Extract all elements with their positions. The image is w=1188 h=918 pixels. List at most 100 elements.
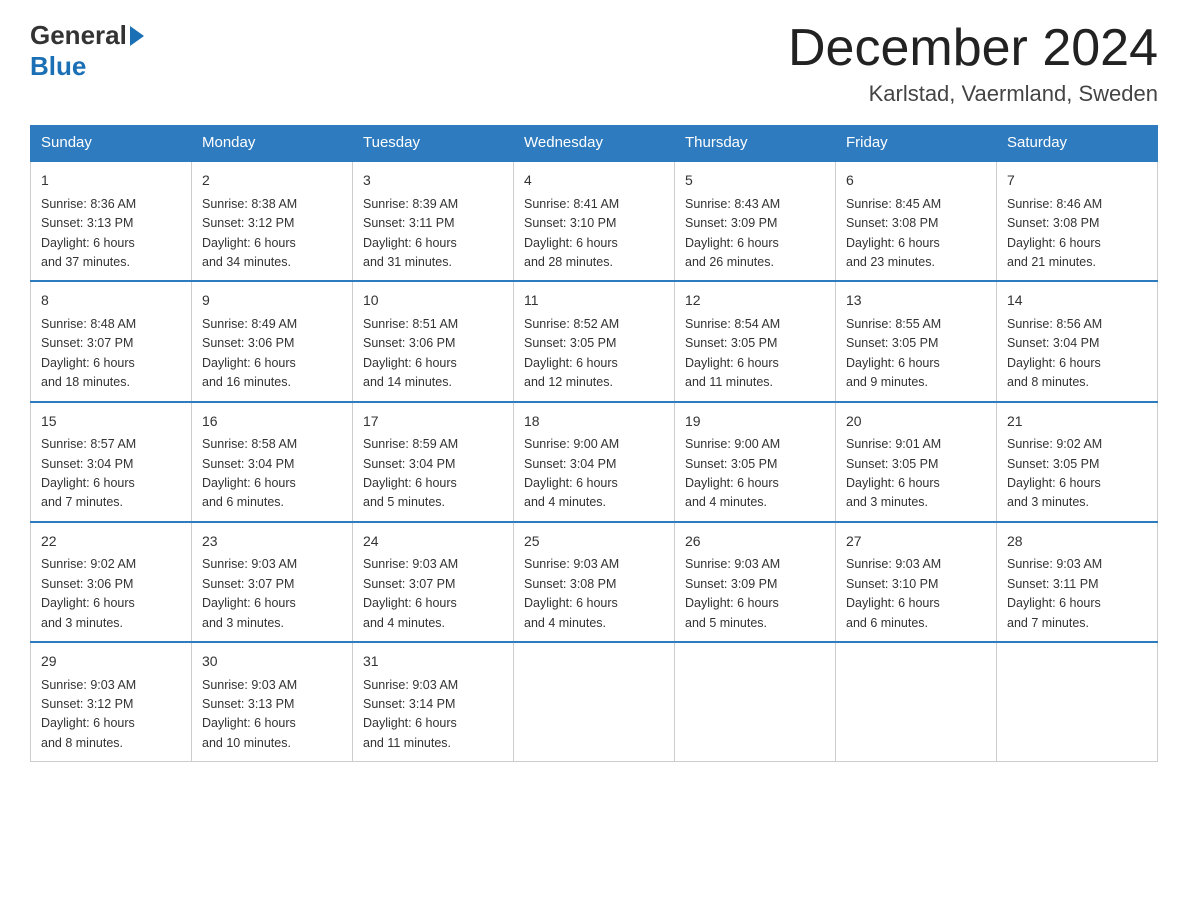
day-number: 13 bbox=[846, 290, 986, 312]
calendar-week-row: 1 Sunrise: 8:36 AMSunset: 3:13 PMDayligh… bbox=[31, 161, 1158, 282]
day-info: Sunrise: 8:46 AMSunset: 3:08 PMDaylight:… bbox=[1007, 197, 1102, 269]
day-number: 20 bbox=[846, 411, 986, 433]
day-info: Sunrise: 8:51 AMSunset: 3:06 PMDaylight:… bbox=[363, 317, 458, 389]
day-number: 25 bbox=[524, 531, 664, 553]
calendar-day-cell: 13 Sunrise: 8:55 AMSunset: 3:05 PMDaylig… bbox=[836, 281, 997, 401]
calendar-day-cell bbox=[997, 642, 1158, 762]
calendar-week-row: 8 Sunrise: 8:48 AMSunset: 3:07 PMDayligh… bbox=[31, 281, 1158, 401]
day-info: Sunrise: 8:41 AMSunset: 3:10 PMDaylight:… bbox=[524, 197, 619, 269]
day-info: Sunrise: 8:49 AMSunset: 3:06 PMDaylight:… bbox=[202, 317, 297, 389]
calendar-day-cell bbox=[836, 642, 997, 762]
day-info: Sunrise: 8:36 AMSunset: 3:13 PMDaylight:… bbox=[41, 197, 136, 269]
month-title: December 2024 bbox=[788, 20, 1158, 77]
calendar-day-cell: 6 Sunrise: 8:45 AMSunset: 3:08 PMDayligh… bbox=[836, 161, 997, 282]
calendar-day-cell: 12 Sunrise: 8:54 AMSunset: 3:05 PMDaylig… bbox=[675, 281, 836, 401]
calendar-week-row: 22 Sunrise: 9:02 AMSunset: 3:06 PMDaylig… bbox=[31, 522, 1158, 642]
calendar-day-cell: 7 Sunrise: 8:46 AMSunset: 3:08 PMDayligh… bbox=[997, 161, 1158, 282]
calendar-day-cell: 16 Sunrise: 8:58 AMSunset: 3:04 PMDaylig… bbox=[192, 402, 353, 522]
logo-general-text: General bbox=[30, 20, 127, 51]
calendar-day-cell bbox=[514, 642, 675, 762]
day-number: 7 bbox=[1007, 170, 1147, 192]
calendar-day-cell: 15 Sunrise: 8:57 AMSunset: 3:04 PMDaylig… bbox=[31, 402, 192, 522]
calendar-day-cell: 10 Sunrise: 8:51 AMSunset: 3:06 PMDaylig… bbox=[353, 281, 514, 401]
page-header: General Blue December 2024 Karlstad, Vae… bbox=[30, 20, 1158, 107]
calendar-day-cell: 4 Sunrise: 8:41 AMSunset: 3:10 PMDayligh… bbox=[514, 161, 675, 282]
day-number: 10 bbox=[363, 290, 503, 312]
calendar-day-cell: 1 Sunrise: 8:36 AMSunset: 3:13 PMDayligh… bbox=[31, 161, 192, 282]
calendar-day-cell: 30 Sunrise: 9:03 AMSunset: 3:13 PMDaylig… bbox=[192, 642, 353, 762]
day-info: Sunrise: 9:03 AMSunset: 3:09 PMDaylight:… bbox=[685, 557, 780, 629]
day-info: Sunrise: 9:03 AMSunset: 3:07 PMDaylight:… bbox=[363, 557, 458, 629]
weekday-header-wednesday: Wednesday bbox=[514, 126, 675, 161]
day-number: 17 bbox=[363, 411, 503, 433]
day-number: 23 bbox=[202, 531, 342, 553]
calendar-week-row: 15 Sunrise: 8:57 AMSunset: 3:04 PMDaylig… bbox=[31, 402, 1158, 522]
day-number: 24 bbox=[363, 531, 503, 553]
day-info: Sunrise: 9:03 AMSunset: 3:11 PMDaylight:… bbox=[1007, 557, 1102, 629]
calendar-day-cell: 23 Sunrise: 9:03 AMSunset: 3:07 PMDaylig… bbox=[192, 522, 353, 642]
calendar-day-cell: 25 Sunrise: 9:03 AMSunset: 3:08 PMDaylig… bbox=[514, 522, 675, 642]
calendar-day-cell: 21 Sunrise: 9:02 AMSunset: 3:05 PMDaylig… bbox=[997, 402, 1158, 522]
weekday-header-saturday: Saturday bbox=[997, 126, 1158, 161]
calendar-day-cell: 31 Sunrise: 9:03 AMSunset: 3:14 PMDaylig… bbox=[353, 642, 514, 762]
day-info: Sunrise: 8:56 AMSunset: 3:04 PMDaylight:… bbox=[1007, 317, 1102, 389]
calendar-day-cell: 9 Sunrise: 8:49 AMSunset: 3:06 PMDayligh… bbox=[192, 281, 353, 401]
day-info: Sunrise: 8:59 AMSunset: 3:04 PMDaylight:… bbox=[363, 437, 458, 509]
title-section: December 2024 Karlstad, Vaermland, Swede… bbox=[788, 20, 1158, 107]
day-number: 28 bbox=[1007, 531, 1147, 553]
day-number: 21 bbox=[1007, 411, 1147, 433]
day-info: Sunrise: 8:38 AMSunset: 3:12 PMDaylight:… bbox=[202, 197, 297, 269]
day-number: 9 bbox=[202, 290, 342, 312]
calendar-header: SundayMondayTuesdayWednesdayThursdayFrid… bbox=[31, 126, 1158, 161]
logo-arrow-icon bbox=[130, 26, 144, 46]
weekday-header-friday: Friday bbox=[836, 126, 997, 161]
day-info: Sunrise: 9:00 AMSunset: 3:05 PMDaylight:… bbox=[685, 437, 780, 509]
calendar-day-cell: 27 Sunrise: 9:03 AMSunset: 3:10 PMDaylig… bbox=[836, 522, 997, 642]
day-info: Sunrise: 9:03 AMSunset: 3:14 PMDaylight:… bbox=[363, 678, 458, 750]
day-number: 27 bbox=[846, 531, 986, 553]
calendar-day-cell: 22 Sunrise: 9:02 AMSunset: 3:06 PMDaylig… bbox=[31, 522, 192, 642]
day-info: Sunrise: 8:48 AMSunset: 3:07 PMDaylight:… bbox=[41, 317, 136, 389]
day-number: 15 bbox=[41, 411, 181, 433]
day-number: 11 bbox=[524, 290, 664, 312]
calendar-week-row: 29 Sunrise: 9:03 AMSunset: 3:12 PMDaylig… bbox=[31, 642, 1158, 762]
day-number: 8 bbox=[41, 290, 181, 312]
calendar-day-cell: 17 Sunrise: 8:59 AMSunset: 3:04 PMDaylig… bbox=[353, 402, 514, 522]
day-number: 6 bbox=[846, 170, 986, 192]
calendar-day-cell: 28 Sunrise: 9:03 AMSunset: 3:11 PMDaylig… bbox=[997, 522, 1158, 642]
day-number: 31 bbox=[363, 651, 503, 673]
day-number: 26 bbox=[685, 531, 825, 553]
calendar-day-cell: 11 Sunrise: 8:52 AMSunset: 3:05 PMDaylig… bbox=[514, 281, 675, 401]
day-info: Sunrise: 9:03 AMSunset: 3:10 PMDaylight:… bbox=[846, 557, 941, 629]
calendar-day-cell: 19 Sunrise: 9:00 AMSunset: 3:05 PMDaylig… bbox=[675, 402, 836, 522]
day-info: Sunrise: 8:52 AMSunset: 3:05 PMDaylight:… bbox=[524, 317, 619, 389]
day-info: Sunrise: 8:55 AMSunset: 3:05 PMDaylight:… bbox=[846, 317, 941, 389]
weekday-header-sunday: Sunday bbox=[31, 126, 192, 161]
day-info: Sunrise: 9:02 AMSunset: 3:05 PMDaylight:… bbox=[1007, 437, 1102, 509]
calendar-day-cell: 26 Sunrise: 9:03 AMSunset: 3:09 PMDaylig… bbox=[675, 522, 836, 642]
calendar-day-cell: 5 Sunrise: 8:43 AMSunset: 3:09 PMDayligh… bbox=[675, 161, 836, 282]
calendar-day-cell: 24 Sunrise: 9:03 AMSunset: 3:07 PMDaylig… bbox=[353, 522, 514, 642]
calendar-day-cell: 20 Sunrise: 9:01 AMSunset: 3:05 PMDaylig… bbox=[836, 402, 997, 522]
day-info: Sunrise: 9:03 AMSunset: 3:07 PMDaylight:… bbox=[202, 557, 297, 629]
day-number: 4 bbox=[524, 170, 664, 192]
location-title: Karlstad, Vaermland, Sweden bbox=[788, 81, 1158, 107]
day-number: 12 bbox=[685, 290, 825, 312]
calendar-day-cell: 18 Sunrise: 9:00 AMSunset: 3:04 PMDaylig… bbox=[514, 402, 675, 522]
weekday-header-monday: Monday bbox=[192, 126, 353, 161]
day-info: Sunrise: 8:57 AMSunset: 3:04 PMDaylight:… bbox=[41, 437, 136, 509]
calendar-day-cell: 29 Sunrise: 9:03 AMSunset: 3:12 PMDaylig… bbox=[31, 642, 192, 762]
day-number: 29 bbox=[41, 651, 181, 673]
day-info: Sunrise: 8:58 AMSunset: 3:04 PMDaylight:… bbox=[202, 437, 297, 509]
day-info: Sunrise: 9:03 AMSunset: 3:12 PMDaylight:… bbox=[41, 678, 136, 750]
day-number: 3 bbox=[363, 170, 503, 192]
logo-blue-text: Blue bbox=[30, 51, 86, 82]
weekday-header-thursday: Thursday bbox=[675, 126, 836, 161]
day-number: 22 bbox=[41, 531, 181, 553]
calendar-table: SundayMondayTuesdayWednesdayThursdayFrid… bbox=[30, 125, 1158, 762]
day-info: Sunrise: 9:03 AMSunset: 3:13 PMDaylight:… bbox=[202, 678, 297, 750]
day-info: Sunrise: 8:39 AMSunset: 3:11 PMDaylight:… bbox=[363, 197, 458, 269]
calendar-day-cell: 14 Sunrise: 8:56 AMSunset: 3:04 PMDaylig… bbox=[997, 281, 1158, 401]
day-info: Sunrise: 9:01 AMSunset: 3:05 PMDaylight:… bbox=[846, 437, 941, 509]
day-number: 2 bbox=[202, 170, 342, 192]
